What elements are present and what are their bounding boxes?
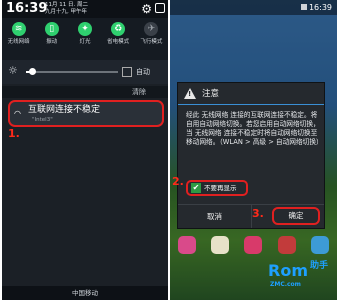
clock: 16:39 bbox=[308, 3, 332, 12]
airplane-icon: ✈ bbox=[144, 22, 159, 36]
checkmark-icon: ✔ bbox=[191, 183, 201, 193]
power-saving-icon: ♻ bbox=[111, 22, 126, 36]
dialog-buttons: 取消 确定 bbox=[178, 204, 324, 228]
brightness-sun-icon: ☼ bbox=[8, 64, 18, 77]
flashlight-icon: ✦ bbox=[77, 22, 92, 36]
clock: 16:39 bbox=[6, 1, 48, 16]
settings-gear-icon[interactable]: ⚙ bbox=[141, 3, 152, 15]
romzhushou-watermark: Rom 助手 ZMC.com bbox=[268, 256, 334, 294]
notification-subtitle: "Intel3" bbox=[32, 117, 53, 123]
battery-icon bbox=[301, 4, 307, 10]
cancel-button[interactable]: 取消 bbox=[178, 205, 252, 228]
auto-brightness-label: 自动 bbox=[136, 68, 150, 76]
toggle-power-saving[interactable]: ♻ 省电模式 bbox=[104, 22, 132, 60]
wifi-warning-icon: ◠ bbox=[14, 109, 21, 118]
toggle-label: 省电模式 bbox=[107, 39, 130, 45]
home-app-row bbox=[170, 236, 337, 254]
list-view-icon[interactable] bbox=[155, 3, 165, 13]
app-icon[interactable] bbox=[244, 236, 263, 254]
toggle-airplane[interactable]: ✈ 飞行模式 bbox=[137, 22, 165, 60]
date-display: 11月 11 日. 周二 九月十九, 甲午年 bbox=[45, 2, 88, 16]
notifications-header: 清除 bbox=[2, 86, 168, 98]
toggle-label: 飞行模式 bbox=[140, 39, 163, 45]
clear-button[interactable]: 清除 bbox=[132, 87, 146, 97]
step-1-marker: 1. bbox=[8, 127, 20, 140]
notification-title: 互联网连接不稳定 bbox=[28, 105, 101, 115]
ok-button[interactable]: 确定 bbox=[272, 207, 320, 225]
quick-settings-toggles: ≋ 无线网络 ▯ 振动 ✦ 灯光 ♻ 省电模式 ✈ 飞行模式 bbox=[2, 18, 168, 60]
toggle-label: 振动 bbox=[46, 39, 58, 45]
toggle-wifi[interactable]: ≋ 无线网络 bbox=[5, 22, 33, 60]
app-icon[interactable] bbox=[311, 236, 330, 254]
app-icon[interactable] bbox=[177, 236, 196, 254]
toggle-flashlight[interactable]: ✦ 灯光 bbox=[71, 22, 99, 60]
status-bar: 16:39 bbox=[170, 0, 337, 15]
step-2-marker: 2. bbox=[172, 175, 184, 188]
notification-shade: 16:39 11月 11 日. 周二 九月十九, 甲午年 ⚙ ≋ 无线网络 ▯ 振动 ✦… bbox=[2, 0, 168, 300]
warning-mark: ! bbox=[188, 90, 192, 98]
watermark-brand: Rom bbox=[268, 261, 308, 280]
vibrate-icon: ▯ bbox=[44, 22, 59, 36]
lunar-date-line: 九月十九, 甲午年 bbox=[45, 9, 87, 15]
watermark-url: ZMC.com bbox=[270, 281, 301, 288]
brightness-slider-knob[interactable] bbox=[29, 68, 36, 75]
toggle-label: 灯光 bbox=[79, 39, 91, 45]
watermark-brand-cn: 助手 bbox=[310, 261, 329, 271]
app-icon[interactable] bbox=[211, 236, 230, 254]
brightness-row: ☼ 自动 bbox=[2, 60, 168, 84]
brightness-slider[interactable] bbox=[26, 71, 118, 73]
checkbox-label: 不要再显示 bbox=[204, 184, 237, 192]
auto-brightness-checkbox[interactable] bbox=[122, 67, 132, 77]
wifi-icon: ≋ bbox=[11, 22, 26, 36]
dialog-screen: 16:39 ! 注意 经此 无线网络 连接的互联网连接不稳定。将自用自动网络切换… bbox=[170, 0, 337, 300]
toggle-vibrate[interactable]: ▯ 振动 bbox=[38, 22, 66, 60]
status-bar: 16:39 11月 11 日. 周二 九月十九, 甲午年 ⚙ bbox=[2, 0, 168, 18]
dialog-message: 经此 无线网络 连接的互联网连接不稳定。将自用自动网络切换。若您启用自动网络切换… bbox=[186, 111, 323, 146]
toggle-label: 无线网络 bbox=[7, 39, 30, 45]
date-line: 11月 11 日. 周二 bbox=[45, 2, 88, 8]
dialog-header: ! 注意 bbox=[178, 83, 324, 105]
carrier-label: 中国移动 bbox=[2, 286, 168, 300]
dont-show-again-checkbox[interactable]: ✔ 不要再显示 bbox=[186, 180, 248, 196]
network-switch-dialog: ! 注意 经此 无线网络 连接的互联网连接不稳定。将自用自动网络切换。若您启用自… bbox=[177, 82, 325, 229]
dialog-title: 注意 bbox=[202, 89, 220, 99]
unstable-internet-notification[interactable]: ◠ 互联网连接不稳定 "Intel3" bbox=[8, 100, 164, 127]
step-3-marker: 3. bbox=[252, 207, 264, 220]
app-icon[interactable] bbox=[277, 236, 296, 254]
